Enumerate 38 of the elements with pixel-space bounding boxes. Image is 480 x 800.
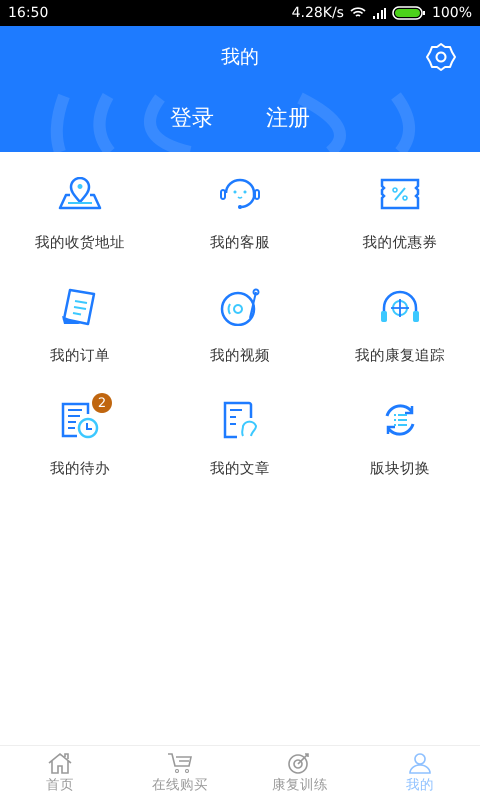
register-link[interactable]: 注册 <box>266 103 310 133</box>
menu-item[interactable]: 我的优惠券 <box>320 164 480 262</box>
settings-icon[interactable] <box>426 42 456 72</box>
menu-label: 我的优惠券 <box>362 234 438 252</box>
signal-icon <box>372 8 386 18</box>
menu-label: 我的客服 <box>210 234 270 252</box>
map-pin-icon <box>58 177 102 211</box>
menu-item[interactable]: 我的文章 <box>160 390 320 488</box>
menu-item[interactable]: 我的客服 <box>160 164 320 262</box>
menu-item[interactable]: 我的订单 <box>0 277 160 375</box>
menu-label: 版块切换 <box>370 460 430 478</box>
headset-face-icon <box>219 177 261 211</box>
menu-item[interactable]: 我的视频 <box>160 277 320 375</box>
battery-percent: 100% <box>432 5 472 21</box>
clock: 16:50 <box>8 5 48 21</box>
page-title: 我的 <box>221 45 259 70</box>
home-icon <box>47 752 73 774</box>
menu-label: 我的文章 <box>210 460 270 478</box>
menu-label: 我的收货地址 <box>35 234 125 252</box>
login-link[interactable]: 登录 <box>170 103 214 133</box>
network-speed: 4.28K/s <box>292 5 344 21</box>
cart-icon <box>167 752 193 774</box>
menu-label: 我的视频 <box>210 347 270 365</box>
menu-item[interactable]: 2 我的待办 <box>0 390 160 488</box>
document-clock-icon <box>60 400 100 440</box>
menu-item[interactable]: 版块切换 <box>320 390 480 488</box>
menu-label: 我的待办 <box>50 460 110 478</box>
menu-label: 我的订单 <box>50 347 110 365</box>
document-ear-icon <box>221 400 259 440</box>
battery-icon <box>392 6 426 20</box>
count-badge: 2 <box>92 393 112 413</box>
coupon-icon <box>380 178 420 210</box>
menu-item[interactable]: 我的收货地址 <box>0 164 160 262</box>
wifi-icon <box>350 7 366 19</box>
person-icon <box>407 752 433 774</box>
menu-item[interactable]: 我的康复追踪 <box>320 277 480 375</box>
menu-label: 我的康复追踪 <box>355 346 445 365</box>
record-disc-icon <box>219 288 261 326</box>
